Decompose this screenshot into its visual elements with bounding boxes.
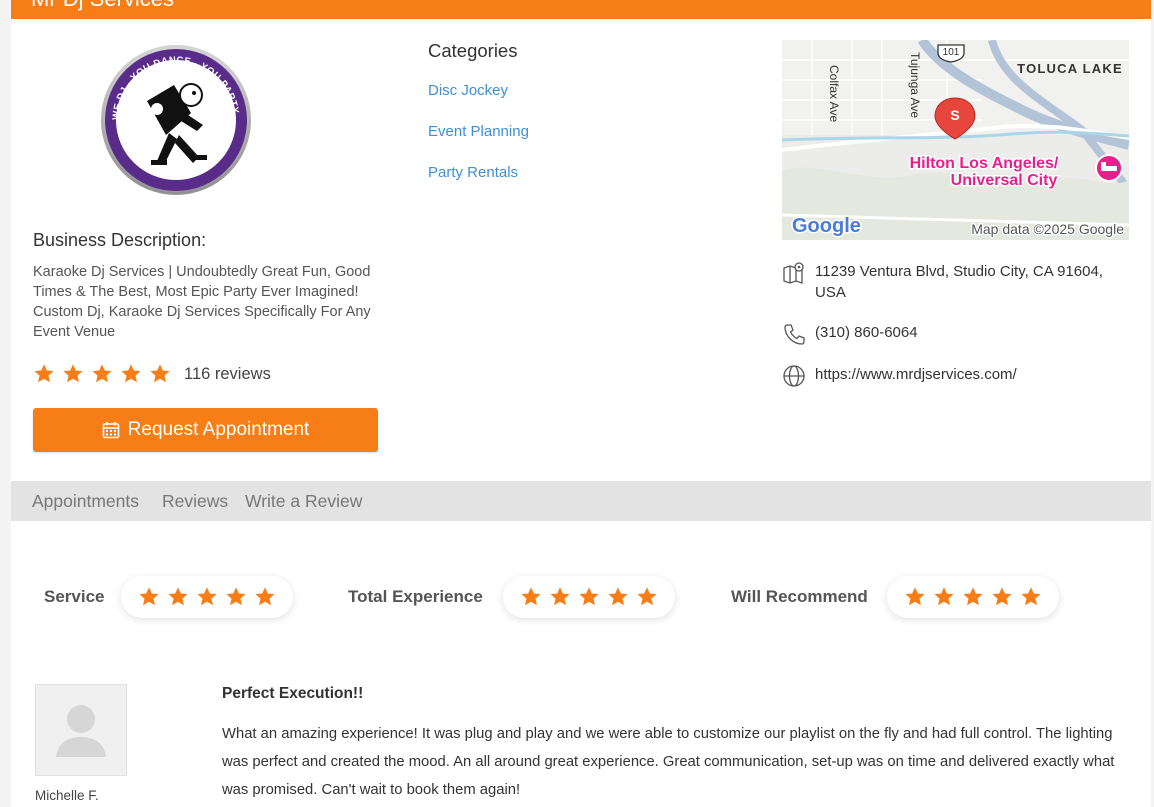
business-description-title: Business Description: <box>33 230 207 250</box>
review-count[interactable]: 116 reviews <box>184 365 271 384</box>
highway-shield-icon: 101 <box>937 44 965 63</box>
star-icon <box>34 364 54 383</box>
map-poi-label-2: Universal City <box>951 172 1058 189</box>
star-icon <box>934 587 954 606</box>
contact-address: 11239 Ventura Blvd, Studio City, CA 9160… <box>782 261 1125 303</box>
tab-appointments[interactable]: Appointments <box>32 491 139 512</box>
metric-stars-service <box>121 576 293 618</box>
star-icon <box>608 587 628 606</box>
map-graphic: 101 TOLUCA LAKE Colfax Ave Tujunga Ave S… <box>782 40 1129 240</box>
header-bar: Mr Dj Services <box>11 0 1151 19</box>
review-text: What an amazing experience! It was plug … <box>222 726 1115 798</box>
star-icon <box>150 364 170 383</box>
category-link-disc-jockey[interactable]: Disc Jockey <box>428 82 508 99</box>
star-icon <box>121 364 141 383</box>
location-map[interactable]: 101 TOLUCA LAKE Colfax Ave Tujunga Ave S… <box>782 40 1129 240</box>
star-icon <box>521 587 541 606</box>
calendar-icon <box>102 422 119 439</box>
overall-stars <box>33 363 178 385</box>
star-icon <box>139 587 159 606</box>
review-title: Perfect Execution!! <box>222 685 364 702</box>
metric-stars-will-recommend <box>887 576 1059 618</box>
metric-label-service: Service <box>44 587 105 606</box>
reviewer-avatar <box>35 684 127 776</box>
star-icon <box>255 587 275 606</box>
address-text: 11239 Ventura Blvd, Studio City, CA 9160… <box>815 263 1103 301</box>
website-link[interactable]: https://www.mrdjservices.com/ <box>815 364 1125 385</box>
business-name: Mr Dj Services <box>31 0 174 12</box>
star-icon <box>550 587 570 606</box>
star-icon <box>63 364 83 383</box>
contact-phone[interactable]: (310) 860-6064 <box>782 322 1125 346</box>
star-icon <box>905 587 925 606</box>
reviewer-name: Michelle F. <box>35 788 99 803</box>
contact-website[interactable]: https://www.mrdjservices.com/ <box>782 364 1125 388</box>
user-placeholder-icon <box>56 705 106 757</box>
map-area-label: TOLUCA LAKE <box>1017 61 1123 76</box>
categories-title: Categories <box>428 40 518 61</box>
map-highway-label: 101 <box>943 47 960 58</box>
star-icon <box>92 364 112 383</box>
metric-stars-total-experience <box>503 576 675 618</box>
globe-icon <box>783 365 805 387</box>
hotel-icon <box>1095 154 1123 182</box>
star-icon <box>197 587 217 606</box>
map-location-icon <box>783 262 804 284</box>
map-pin-label: S <box>950 107 959 123</box>
tab-write-review[interactable]: Write a Review <box>245 491 362 512</box>
google-logo: Google <box>792 215 861 237</box>
category-link-party-rentals[interactable]: Party Rentals <box>428 164 518 181</box>
business-description: Karaoke Dj Services | Undoubtedly Great … <box>33 264 371 340</box>
overall-rating: 116 reviews <box>33 360 271 388</box>
metric-label-will-recommend: Will Recommend <box>731 587 868 606</box>
map-poi-label: Hilton Los Angeles/ <box>910 155 1059 172</box>
tab-bar: Appointments Reviews Write a Review <box>11 481 1151 521</box>
star-icon <box>226 587 246 606</box>
phone-icon <box>784 324 805 345</box>
map-street-colfax: Colfax Ave <box>827 65 841 122</box>
metric-label-total-experience: Total Experience <box>348 587 483 606</box>
request-appointment-button[interactable]: Request Appointment <box>33 408 378 452</box>
star-icon <box>168 587 188 606</box>
map-attribution: Map data ©2025 Google <box>971 221 1124 237</box>
tab-reviews[interactable]: Reviews <box>162 491 228 512</box>
star-icon <box>579 587 599 606</box>
star-icon <box>637 587 657 606</box>
star-icon <box>963 587 983 606</box>
request-appointment-label: Request Appointment <box>127 419 310 440</box>
phone-text[interactable]: (310) 860-6064 <box>815 322 1125 343</box>
star-icon <box>992 587 1012 606</box>
business-logo: WE DJ - YOU DANCE - YOU PARTY LOS ANGELE… <box>101 45 251 195</box>
star-icon <box>1021 587 1041 606</box>
business-card: Mr Dj Services WE DJ - YOU DANCE - YOU P… <box>11 0 1151 807</box>
map-street-tujunga: Tujunga Ave <box>908 52 922 118</box>
category-link-event-planning[interactable]: Event Planning <box>428 123 529 140</box>
